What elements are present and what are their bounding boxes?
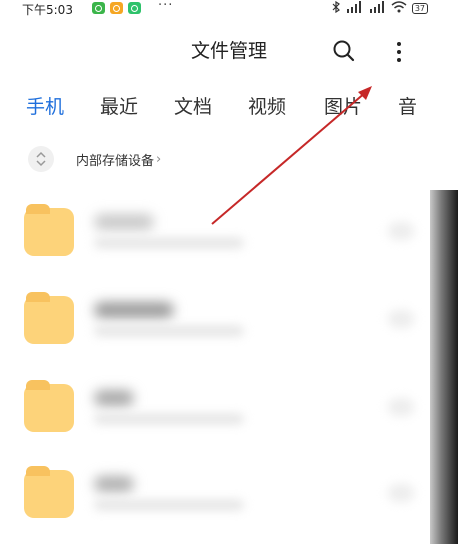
notification-icon-2: [110, 2, 123, 14]
blurred-name: [94, 302, 174, 318]
status-bar: 下午5:03 ··· 37: [0, 0, 458, 18]
storage-switch-button[interactable]: [28, 146, 54, 172]
list-item[interactable]: [24, 204, 424, 268]
more-options-button[interactable]: [392, 40, 406, 64]
folder-icon: [24, 380, 74, 432]
blurred-name: [94, 390, 134, 406]
status-time: 下午5:03: [22, 3, 73, 17]
folder-icon: [24, 204, 74, 256]
blurred-name: [94, 214, 154, 230]
blurred-meta: [94, 414, 244, 424]
tab-documents[interactable]: 文档: [174, 92, 212, 119]
blurred-count: [388, 222, 414, 240]
folder-icon: [24, 466, 74, 518]
blurred-meta: [94, 238, 244, 248]
more-vertical-icon: [397, 42, 401, 62]
annotation-arrow: [211, 86, 372, 225]
blurred-meta: [94, 500, 244, 510]
blurred-count: [388, 398, 414, 416]
bluetooth-icon: [332, 0, 340, 16]
notification-icon-1: [92, 2, 105, 14]
signal-icon-1: [345, 0, 363, 16]
signal-icon-2: [368, 0, 386, 16]
breadcrumb-label: 内部存储设备: [76, 153, 155, 169]
status-icons: 37: [332, 0, 428, 16]
list-item[interactable]: [24, 292, 424, 356]
category-tabs: 手机 最近 文档 视频 图片 音: [26, 92, 458, 122]
search-button[interactable]: [331, 38, 357, 64]
search-icon: [333, 40, 355, 62]
tab-audio[interactable]: 音: [398, 92, 417, 119]
battery-icon: 37: [411, 2, 428, 14]
blurred-count: [388, 310, 414, 328]
tab-phone[interactable]: 手机: [26, 92, 64, 119]
wifi-icon: [391, 0, 407, 16]
blurred-meta: [94, 326, 244, 336]
list-item[interactable]: [24, 466, 424, 530]
edge-shadow: [430, 190, 458, 544]
page-title: 文件管理: [190, 40, 267, 62]
folder-icon: [24, 292, 74, 344]
tab-videos[interactable]: 视频: [248, 92, 286, 119]
notification-icon-3: [128, 2, 141, 14]
more-notifications-indicator: ···: [158, 0, 174, 13]
blurred-count: [388, 484, 414, 502]
sort-toggle-icon: [36, 151, 46, 167]
breadcrumb[interactable]: 内部存储设备 ›: [28, 146, 161, 172]
blurred-name: [94, 476, 134, 492]
chevron-right-icon: ›: [156, 151, 162, 167]
list-item[interactable]: [24, 380, 424, 444]
tab-recent[interactable]: 最近: [100, 92, 138, 119]
tab-images[interactable]: 图片: [324, 92, 362, 119]
